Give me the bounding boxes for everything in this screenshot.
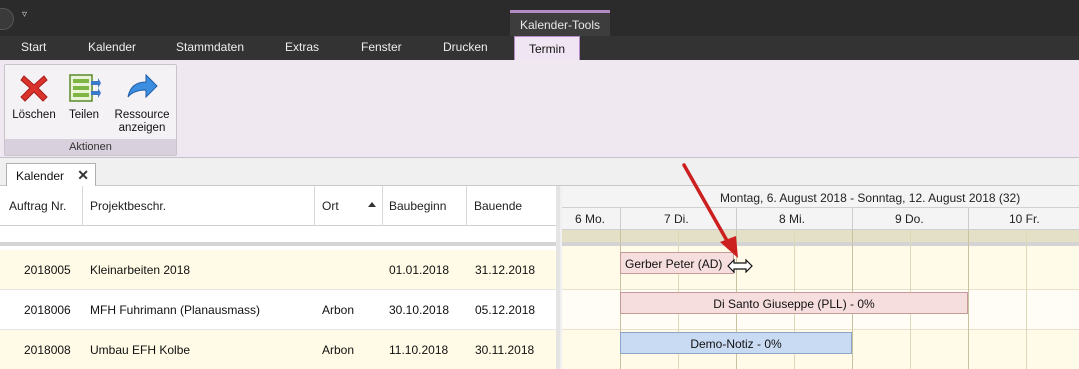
panel-splitter[interactable]: [556, 186, 560, 369]
cell-auftrag: 2018006: [24, 303, 71, 317]
show-resource-label-2: anzeigen: [118, 122, 166, 134]
column-header-baubeginn[interactable]: Baubeginn: [389, 199, 446, 213]
document-tab-strip: Kalender ✕: [0, 159, 1079, 187]
show-resource-label-1: Ressource: [114, 109, 170, 121]
day-header-fr[interactable]: 10 Fr.: [1009, 212, 1040, 226]
column-divider[interactable]: [382, 186, 383, 226]
tab-extras[interactable]: Extras: [285, 40, 319, 54]
delete-label: Löschen: [12, 109, 56, 121]
title-bar: ▿ Kalender-Tools: [0, 0, 1079, 36]
tab-stammdaten[interactable]: Stammdaten: [176, 40, 244, 54]
day-divider: [852, 208, 853, 230]
tab-termin[interactable]: Termin: [514, 36, 581, 61]
grid-line: [968, 230, 969, 369]
delete-x-icon: [20, 75, 48, 102]
split-icon: [69, 74, 101, 102]
filter-row[interactable]: [0, 226, 560, 246]
day-divider: [968, 208, 969, 230]
show-resource-button[interactable]: Ressource anzeigen: [109, 71, 175, 135]
document-tab-kalender[interactable]: Kalender ✕: [6, 163, 96, 187]
cell-baubeginn: 11.10.2018: [389, 343, 449, 357]
tab-drucken[interactable]: Drucken: [443, 40, 488, 54]
time-subheader: [562, 230, 1079, 246]
sort-ascending-icon: [368, 202, 376, 207]
split-label: Teilen: [68, 109, 100, 121]
week-range-label: Montag, 6. August 2018 - Sonntag, 12. Au…: [720, 191, 1021, 205]
table-row[interactable]: 2018008 Umbau EFH Kolbe Arbon 11.10.2018…: [0, 330, 556, 369]
ribbon-panel: Löschen Teilen Ressource anzeigen Aktion…: [0, 60, 1079, 158]
cell-bauende: 05.12.2018: [475, 303, 536, 317]
application-menu-button[interactable]: [0, 8, 14, 30]
column-divider[interactable]: [466, 186, 467, 226]
cell-bauende: 31.12.2018: [475, 263, 536, 277]
column-header-auftrag[interactable]: Auftrag Nr.: [9, 199, 66, 213]
appointment-di-santo[interactable]: Di Santo Giuseppe (PLL) - 0%: [620, 292, 968, 314]
tab-start[interactable]: Start: [21, 40, 46, 54]
day-divider: [620, 208, 621, 230]
cell-projekt: Umbau EFH Kolbe: [90, 343, 191, 357]
document-tab-label: Kalender: [16, 169, 65, 183]
grid-line: [1026, 230, 1027, 369]
annotation-arrow-icon: [682, 163, 738, 258]
day-header: 6 Mo. 7 Di. 8 Mi. 9 Do. 10 Fr.: [562, 208, 1079, 230]
week-header: Montag, 6. August 2018 - Sonntag, 12. Au…: [562, 186, 1079, 208]
delete-button[interactable]: Löschen: [9, 71, 59, 122]
day-header-mi[interactable]: 8 Mi.: [779, 212, 805, 226]
arrow-right-icon: [127, 73, 158, 99]
cell-bauende: 30.11.2018: [475, 343, 535, 357]
appointment-demo-notiz[interactable]: Demo-Notiz - 0%: [620, 332, 852, 354]
actions-group: Löschen Teilen Ressource anzeigen Aktion…: [4, 64, 177, 156]
calendar-panel: Montag, 6. August 2018 - Sonntag, 12. Au…: [562, 186, 1079, 369]
cell-projekt: MFH Fuhrimann (Planausmass): [90, 303, 261, 317]
cell-auftrag: 2018008: [24, 343, 71, 357]
tab-kalender[interactable]: Kalender: [88, 40, 136, 54]
project-grid: Auftrag Nr. Projektbeschr. Ort Baubeginn…: [0, 186, 560, 369]
column-header-bauende[interactable]: Bauende: [474, 199, 522, 213]
tab-fenster[interactable]: Fenster: [361, 40, 402, 54]
actions-group-label: Aktionen: [5, 139, 176, 155]
quick-access-dropdown-icon[interactable]: ▿: [22, 9, 27, 20]
cell-projekt: Kleinarbeiten 2018: [90, 263, 191, 277]
cell-ort: Arbon: [322, 303, 355, 317]
cell-baubeginn: 01.01.2018: [389, 263, 450, 277]
table-row[interactable]: 2018005 Kleinarbeiten 2018 01.01.2018 31…: [0, 250, 556, 290]
column-divider[interactable]: [314, 186, 315, 226]
day-header-mo[interactable]: 6 Mo.: [575, 212, 605, 226]
grid-header: Auftrag Nr. Projektbeschr. Ort Baubeginn…: [0, 186, 560, 226]
table-row[interactable]: 2018006 MFH Fuhrimann (Planausmass) Arbo…: [0, 290, 556, 330]
column-divider[interactable]: [82, 186, 83, 226]
cell-ort: Arbon: [322, 343, 355, 357]
close-icon[interactable]: ✕: [77, 167, 89, 184]
ribbon-tab-bar: Start Kalender Stammdaten Extras Fenster…: [0, 36, 1079, 61]
cell-auftrag: 2018005: [24, 263, 71, 277]
column-header-ort[interactable]: Ort: [322, 199, 339, 213]
day-header-do[interactable]: 9 Do.: [895, 212, 924, 226]
cell-baubeginn: 30.10.2018: [389, 303, 450, 317]
column-header-projekt[interactable]: Projektbeschr.: [90, 199, 166, 213]
split-button[interactable]: Teilen: [63, 71, 105, 122]
context-group-label: Kalender-Tools: [510, 10, 610, 36]
